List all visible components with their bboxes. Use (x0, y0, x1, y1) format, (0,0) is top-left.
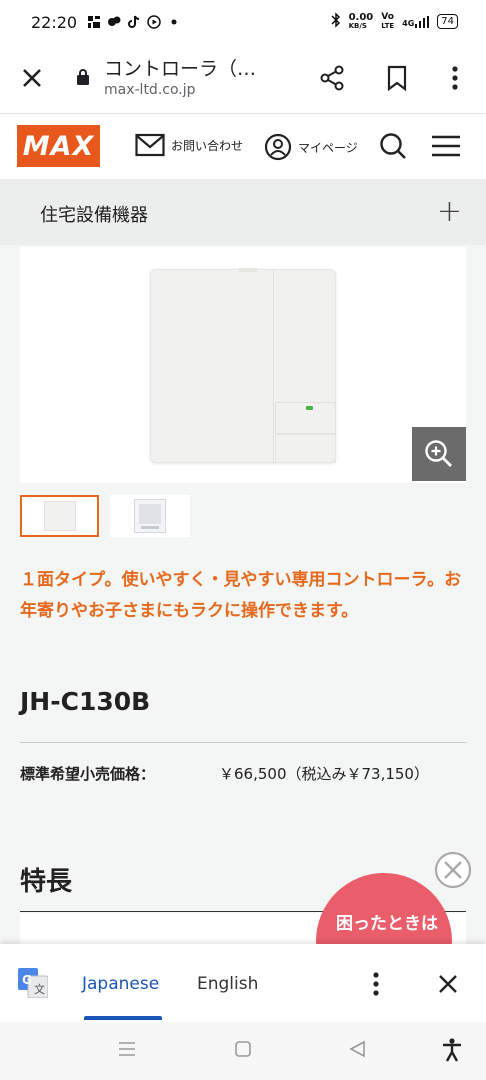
net-speed-unit: KB/S (348, 21, 367, 30)
recent-apps-button[interactable] (118, 1040, 136, 1062)
thumbnail-2[interactable] (110, 495, 190, 537)
share-icon (320, 65, 344, 91)
net-speed-value: 0.00 (348, 11, 374, 23)
contact-label: お問い合わせ (171, 138, 244, 153)
product-description: １面タイプ。使いやすく・見やすい専用コントローラ。お年寄りやお子さまにもラクに操… (20, 570, 462, 621)
features-heading: 特長 (20, 867, 73, 897)
close-bubble-button[interactable] (433, 850, 473, 890)
status-time: 22:20 (31, 13, 78, 32)
google-translate-icon[interactable]: G文 (18, 968, 49, 1002)
notification-icons (87, 14, 181, 29)
translate-options-button[interactable] (372, 972, 380, 1000)
app-notification-icon (87, 14, 101, 28)
volte-indicator: Vo LTE (381, 11, 395, 31)
page-url[interactable]: max-ltd.co.jp (104, 82, 196, 98)
lock-icon[interactable] (76, 68, 90, 90)
model-number: JH-C130B (20, 687, 151, 716)
category-accordion[interactable]: 住宅設備機器 + (0, 179, 486, 245)
search-icon (380, 133, 406, 159)
translate-bar: G文 Japanese English (0, 944, 486, 1022)
browser-toolbar: コントローラ（… max-ltd.co.jp (0, 44, 486, 114)
divider (20, 742, 466, 743)
zoom-in-icon (425, 440, 452, 467)
close-icon (439, 975, 457, 993)
page-title[interactable]: コントローラ（… (104, 54, 284, 81)
accessibility-button[interactable] (441, 1038, 463, 1066)
net-speed: 0.00 KB/S (348, 11, 374, 31)
signal-icon: 4G (402, 15, 430, 28)
back-button[interactable] (348, 1040, 366, 1062)
play-icon (147, 14, 161, 29)
bookmark-icon (387, 65, 407, 91)
mail-icon (135, 133, 165, 157)
tiktok-icon (127, 14, 141, 28)
system-nav-bar (0, 1022, 486, 1080)
help-bubble-label: 困ったときは (336, 914, 438, 934)
system-indicators: 0.00 KB/S Vo LTE 4G 74 (331, 12, 458, 31)
share-button[interactable] (312, 58, 352, 98)
product-main-image[interactable] (20, 247, 466, 483)
battery-icon: 74 (437, 14, 458, 29)
more-vert-icon (452, 66, 458, 90)
volte-bottom: LTE (381, 21, 395, 30)
svg-text:文: 文 (34, 982, 45, 996)
price-label: 標準希望小売価格： (20, 765, 156, 783)
category-label: 住宅設備機器 (40, 205, 148, 226)
square-icon (235, 1041, 251, 1057)
zoom-button[interactable] (412, 427, 466, 481)
translate-close-button[interactable] (437, 973, 459, 999)
expand-icon[interactable]: + (437, 197, 462, 227)
more-vert-icon (373, 972, 379, 996)
app-notification-icon (107, 14, 121, 28)
site-search-button[interactable] (379, 132, 407, 164)
hamburger-icon (432, 135, 460, 157)
tab-english[interactable]: English (197, 974, 258, 994)
home-button[interactable] (234, 1040, 252, 1062)
back-triangle-icon (349, 1040, 365, 1058)
max-logo[interactable]: MAX (17, 125, 100, 167)
mypage-link[interactable]: マイページ (264, 133, 358, 161)
signal-label: 4G (402, 18, 415, 28)
price-value: ￥66,500（税込み￥73,150） (219, 765, 429, 783)
controller-image (150, 268, 336, 464)
close-icon (23, 69, 41, 87)
product-section: １面タイプ。使いやすく・見やすい専用コントローラ。お年寄りやお子さまにもラクに操… (0, 245, 486, 1009)
user-icon (264, 133, 292, 161)
close-circle-icon (434, 851, 472, 889)
dot-icon (167, 14, 181, 28)
thumbnail-1[interactable] (20, 495, 99, 537)
bluetooth-icon (331, 12, 341, 31)
contact-link[interactable]: お問い合わせ (135, 133, 243, 157)
menu-icon (119, 1042, 135, 1056)
site-header: MAX お問い合わせ マイページ (0, 115, 486, 179)
volte-top: Vo (381, 11, 394, 22)
accessibility-icon (443, 1038, 461, 1062)
status-bar: 22:20 0.00 KB/S Vo LTE 4G 74 (0, 0, 486, 44)
svg-text:G: G (22, 973, 32, 987)
active-tab-indicator (84, 1016, 162, 1020)
site-menu-button[interactable] (431, 134, 461, 162)
tab-japanese[interactable]: Japanese (82, 974, 159, 994)
close-tab-button[interactable] (12, 58, 52, 98)
mypage-label: マイページ (298, 140, 358, 155)
bookmark-button[interactable] (377, 58, 417, 98)
more-options-button[interactable] (435, 58, 475, 98)
